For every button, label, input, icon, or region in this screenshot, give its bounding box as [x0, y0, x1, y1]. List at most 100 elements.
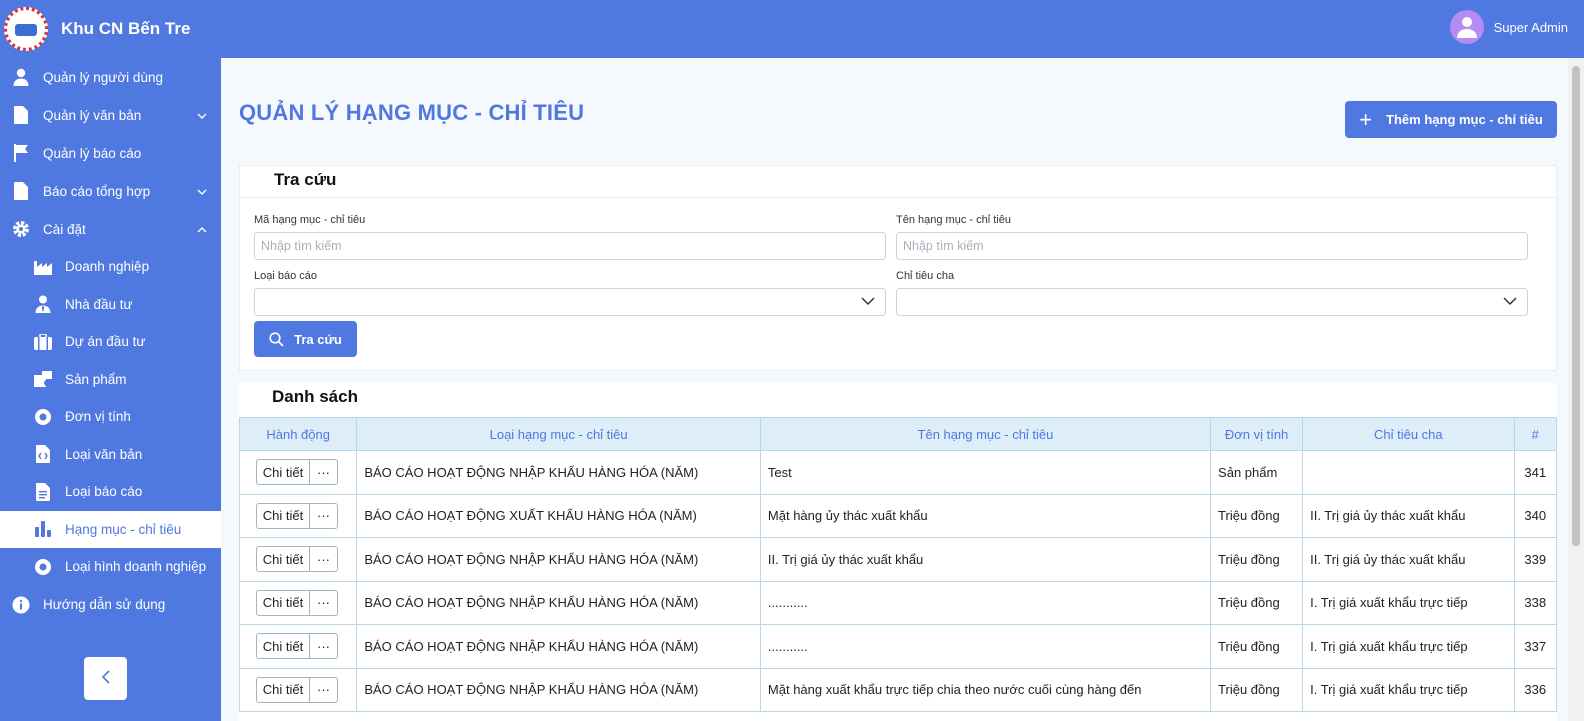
sidebar-item-categories[interactable]: Hạng mục - chỉ tiêu [0, 510, 221, 548]
column-header-type[interactable]: Loại hạng mục - chỉ tiêu [356, 417, 761, 451]
sidebar-item-users[interactable]: Quản lý người dùng [0, 58, 221, 96]
sidebar-item-label: Loại hình doanh nghiệp [65, 559, 207, 575]
more-button[interactable]: ··· [310, 460, 337, 484]
name-label: Tên hạng mục - chỉ tiêu [896, 214, 1011, 226]
name-cell: Mặt hàng ủy thác xuất khẩu [759, 493, 1212, 538]
unit-cell: Triệu đồng [1210, 493, 1304, 538]
chevron-down-icon [197, 108, 207, 123]
id-cell: 341 [1513, 450, 1557, 495]
chevron-up-icon [197, 222, 207, 237]
more-button[interactable]: ··· [310, 678, 337, 702]
sidebar-item-label: Loại báo cáo [65, 484, 143, 500]
unit-cell: Triệu đồng [1210, 624, 1304, 669]
user-name: Super Admin [1493, 19, 1568, 35]
detail-button[interactable]: Chi tiết [257, 503, 310, 528]
type-cell: BÁO CÁO HOẠT ĐỘNG NHẬP KHẨU HÀNG HÓA (NĂ… [356, 537, 761, 582]
user-menu[interactable]: Super Admin [1449, 10, 1568, 44]
sidebar-item-projects[interactable]: Dự án đầu tư [0, 323, 221, 361]
sidebar-item-products[interactable]: Sản phẩm [0, 361, 221, 399]
sidebar-item-settings[interactable]: Cài đặt [0, 210, 221, 248]
suitcase-icon [32, 332, 54, 352]
sidebar-item-document-types[interactable]: Loại văn bản [0, 436, 221, 474]
product-icon [32, 369, 54, 389]
target-icon [32, 557, 54, 577]
more-button[interactable]: ··· [310, 591, 337, 615]
scrollbar-thumb[interactable] [1572, 66, 1580, 546]
sidebar-item-enterprise-types[interactable]: Loại hình doanh nghiệp [0, 548, 221, 586]
table-body: Chi tiết ··· BÁO CÁO HOẠT ĐỘNG NHẬP KHẨU … [238, 450, 1557, 712]
column-header-parent[interactable]: Chỉ tiêu cha [1302, 417, 1515, 451]
column-header-unit[interactable]: Đơn vị tính [1210, 417, 1304, 451]
add-category-button[interactable]: + Thêm hạng mục - chỉ tiêu [1345, 101, 1557, 138]
sidebar-item-label: Quản lý người dùng [43, 69, 163, 85]
sidebar-item-investors[interactable]: Nhà đầu tư [0, 286, 221, 324]
parent-select[interactable] [896, 288, 1528, 316]
name-input-wrapper [896, 232, 1528, 260]
top-bar: Super Admin [221, 0, 1584, 58]
flag-icon [10, 143, 32, 163]
more-button[interactable]: ··· [310, 634, 337, 658]
more-button[interactable]: ··· [310, 504, 337, 528]
column-header-id[interactable]: # [1513, 417, 1557, 451]
list-title: Danh sách [272, 387, 358, 406]
sidebar-item-documents[interactable]: Quản lý văn bản [0, 96, 221, 134]
file-icon [10, 105, 32, 125]
sidebar-item-label: Dự án đầu tư [65, 334, 146, 350]
sidebar-item-summary-reports[interactable]: Báo cáo tổng hợp [0, 172, 221, 210]
type-cell: BÁO CÁO HOẠT ĐỘNG XUẤT KHẨU HÀNG HÓA (NĂ… [356, 493, 761, 538]
search-button[interactable]: Tra cứu [254, 321, 357, 357]
search-button-label: Tra cứu [294, 331, 342, 347]
sidebar-item-enterprises[interactable]: Doanh nghiệp [0, 248, 221, 286]
actions-cell: Chi tiết ··· [238, 493, 358, 538]
type-cell: BÁO CÁO HOẠT ĐỘNG NHẬP KHẨU HÀNG HÓA (NĂ… [356, 667, 761, 712]
code-input-wrapper [254, 232, 886, 260]
report-file-icon [32, 482, 54, 502]
detail-button[interactable]: Chi tiết [257, 460, 310, 485]
brand[interactable]: Khu CN Bến Tre [0, 0, 221, 58]
unit-cell: Triệu đồng [1210, 667, 1304, 712]
code-input[interactable] [261, 239, 885, 253]
column-header-name[interactable]: Tên hạng mục - chỉ tiêu [759, 417, 1212, 451]
report-type-select[interactable] [254, 288, 886, 316]
sidebar-item-label: Đơn vị tính [65, 409, 131, 425]
settings-submenu: Doanh nghiệp Nhà đầu tư Dự án đầu tư Sản… [0, 248, 221, 586]
sidebar-item-help[interactable]: Hướng dẫn sử dụng [0, 586, 221, 624]
gear-icon [10, 219, 32, 239]
action-button-group: Chi tiết ··· [256, 676, 338, 703]
more-button[interactable]: ··· [310, 547, 337, 571]
chevron-left-icon [101, 669, 111, 688]
collapse-sidebar-button[interactable] [84, 657, 127, 700]
code-label: Mã hạng mục - chỉ tiêu [254, 214, 366, 226]
sidebar-item-report-types[interactable]: Loại báo cáo [0, 473, 221, 511]
name-cell: ........... [759, 624, 1212, 669]
name-cell: ........... [759, 580, 1212, 625]
sidebar-item-label: Loại văn bản [65, 446, 143, 462]
page-scrollbar[interactable] [1568, 58, 1584, 721]
sidebar-item-label: Hướng dẫn sử dụng [43, 597, 166, 612]
parent-cell: I. Trị giá xuất khẩu trực tiếp [1302, 624, 1515, 669]
code-field-group: Mã hạng mục - chỉ tiêu [254, 214, 886, 260]
sidebar-item-label: Doanh nghiệp [65, 259, 150, 275]
sidebar: Khu CN Bến Tre Quản lý người dùng Quản l… [0, 0, 221, 721]
parent-field-group: Chỉ tiêu cha [896, 270, 1528, 316]
column-header-actions[interactable]: Hành động [238, 417, 358, 451]
target-icon [32, 407, 54, 427]
sidebar-item-reports[interactable]: Quản lý báo cáo [0, 134, 221, 172]
parent-label: Chỉ tiêu cha [896, 270, 955, 282]
bar-chart-icon [32, 519, 54, 539]
parent-cell [1302, 450, 1515, 495]
detail-button[interactable]: Chi tiết [257, 590, 310, 615]
name-cell: Mặt hàng xuất khẩu trực tiếp chia theo n… [759, 667, 1212, 712]
person-tie-icon [32, 294, 54, 314]
unit-cell: Triệu đồng [1210, 537, 1304, 582]
actions-cell: Chi tiết ··· [238, 624, 358, 669]
chevron-down-icon [861, 295, 875, 309]
name-cell: Test [759, 450, 1212, 495]
search-icon [269, 331, 284, 347]
file-icon [10, 181, 32, 201]
detail-button[interactable]: Chi tiết [257, 677, 310, 702]
sidebar-item-units[interactable]: Đơn vị tính [0, 398, 221, 436]
name-input[interactable] [903, 239, 1527, 253]
detail-button[interactable]: Chi tiết [257, 547, 310, 572]
detail-button[interactable]: Chi tiết [257, 634, 310, 659]
